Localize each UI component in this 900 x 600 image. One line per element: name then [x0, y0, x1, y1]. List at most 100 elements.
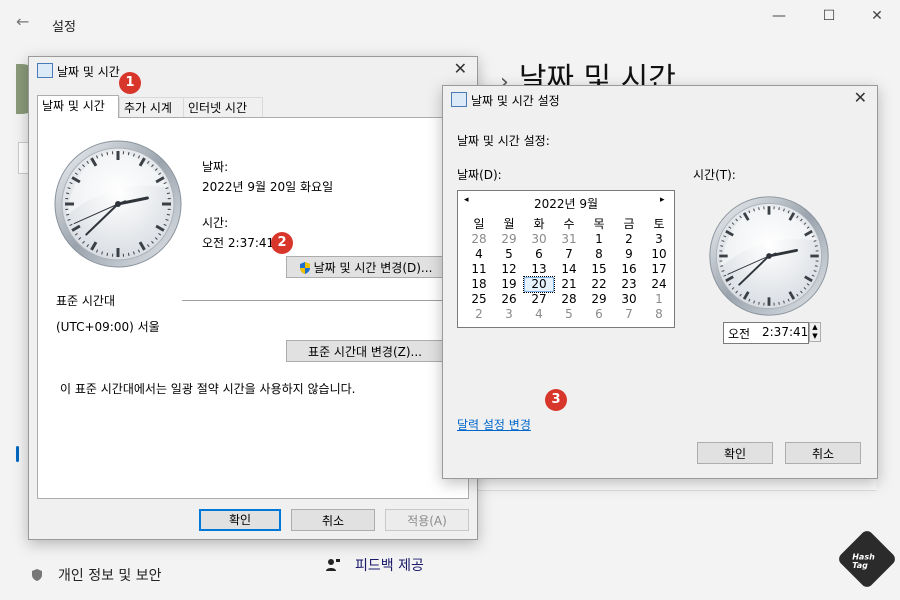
time-ampm[interactable]: 오전 [728, 325, 750, 342]
calendar-day[interactable]: 25 [464, 292, 494, 307]
calendar-day[interactable]: 3 [644, 232, 674, 247]
calendar-weekday: 화 [533, 217, 545, 231]
clock-tick [720, 265, 724, 267]
change-datetime-label: 날짜 및 시간 변경(D)... [313, 261, 433, 275]
time-input[interactable]: 오전 2:37:41 [723, 322, 809, 344]
calendar-month-label[interactable]: 2022년 9월 [458, 195, 674, 212]
clock-center [115, 201, 121, 207]
calendar-day[interactable]: 12 [494, 262, 524, 277]
time-field-value[interactable]: 2:37:41 [762, 325, 808, 339]
calendar-day[interactable]: 26 [494, 292, 524, 307]
calendar-day[interactable]: 28 [464, 232, 494, 247]
calendar-day[interactable]: 18 [464, 277, 494, 292]
next-month-icon[interactable]: ▸ [660, 195, 665, 205]
calendar-day[interactable]: 29 [494, 232, 524, 247]
calendar-day[interactable]: 24 [644, 277, 674, 292]
cancel-button[interactable]: 취소 [291, 509, 375, 531]
analog-clock [709, 196, 829, 316]
tab-additional-clocks[interactable]: 추가 시계 [119, 97, 187, 118]
calendar-weekday: 금 [623, 217, 635, 231]
calendar-day[interactable]: 29 [584, 292, 614, 307]
calendar-settings-link[interactable]: 달력 설정 변경 [457, 416, 531, 433]
calendar-day[interactable]: 6 [524, 247, 554, 262]
sidebar-item-privacy[interactable]: 개인 정보 및 보안 [30, 565, 162, 585]
change-timezone-button[interactable]: 표준 시간대 변경(Z)... [286, 340, 444, 362]
datetime-window-icon [37, 63, 53, 78]
close-icon[interactable]: ✕ [454, 59, 467, 78]
calendar-day[interactable]: 27 [524, 292, 554, 307]
calendar-day[interactable]: 30 [614, 292, 644, 307]
clock-tick [758, 301, 760, 305]
ok-button[interactable]: 확인 [199, 509, 281, 531]
calendar-day[interactable]: 7 [554, 247, 584, 262]
time-spinner[interactable]: ▲ ▼ [809, 322, 821, 342]
minimize-icon[interactable]: — [764, 8, 794, 24]
time-label: 시간(T): [693, 168, 736, 182]
clock-tick [814, 265, 818, 267]
clock-tick [66, 213, 70, 216]
feedback-link[interactable]: 피드백 제공 [325, 555, 424, 575]
calendar-day[interactable]: 19 [494, 277, 524, 292]
clock-tick [758, 207, 760, 211]
calendar-day[interactable]: 2 [464, 307, 494, 322]
step-badge-3: 3 [545, 389, 567, 411]
apply-button[interactable]: 적용(A) [385, 509, 469, 531]
calendar-day[interactable]: 30 [524, 232, 554, 247]
spin-down-icon[interactable]: ▼ [810, 332, 820, 341]
calendar-day[interactable]: 5 [494, 247, 524, 262]
calendar: ◂ 2022년 9월 ▸ 일 월 화 수 목 금 토 28 29 30 31 1 2 3 4 5 6 7 8 9 10 1… [457, 190, 675, 328]
calendar-day-selected[interactable]: 20 [523, 276, 555, 293]
calendar-day[interactable]: 11 [464, 262, 494, 277]
calendar-weekday: 일 [473, 217, 485, 231]
back-arrow-icon[interactable]: ← [16, 12, 29, 31]
calendar-day[interactable]: 2 [614, 232, 644, 247]
tab-internet-time[interactable]: 인터넷 시간 [183, 97, 263, 118]
calendar-weekday: 토 [653, 217, 665, 231]
cancel-button[interactable]: 취소 [785, 442, 861, 464]
calendar-day[interactable]: 1 [644, 292, 674, 307]
calendar-day[interactable]: 9 [614, 247, 644, 262]
calendar-day[interactable]: 21 [554, 277, 584, 292]
calendar-day[interactable]: 7 [614, 307, 644, 322]
clock-tick [166, 213, 170, 216]
close-icon[interactable]: ✕ [862, 8, 892, 24]
close-icon[interactable]: ✕ [854, 88, 867, 107]
calendar-day[interactable]: 6 [584, 307, 614, 322]
sidebar-selection-indicator [16, 446, 19, 462]
datetime-window-icon [451, 92, 467, 107]
maximize-icon[interactable]: ☐ [814, 8, 844, 24]
time-label: 시간: [202, 216, 229, 230]
calendar-day[interactable]: 4 [464, 247, 494, 262]
clock-tick [106, 252, 109, 256]
clock-tick [814, 245, 818, 247]
clock-center [766, 253, 772, 259]
ok-button[interactable]: 확인 [697, 442, 773, 464]
calendar-day[interactable]: 16 [614, 262, 644, 277]
calendar-day[interactable]: 8 [584, 247, 614, 262]
calendar-day[interactable]: 23 [614, 277, 644, 292]
clock-tick [127, 252, 130, 256]
clock-tick [778, 207, 780, 211]
calendar-day[interactable]: 4 [524, 307, 554, 322]
calendar-day[interactable]: 13 [524, 262, 554, 277]
dst-note: 이 표준 시간대에서는 일광 절약 시간을 사용하지 않습니다. [60, 382, 356, 396]
tab-date-time[interactable]: 날짜 및 시간 [37, 95, 119, 118]
calendar-day[interactable]: 15 [584, 262, 614, 277]
calendar-day[interactable]: 31 [554, 232, 584, 247]
calendar-day[interactable]: 10 [644, 247, 674, 262]
calendar-day[interactable]: 3 [494, 307, 524, 322]
time-value: 오전 2:37:41 [202, 236, 275, 250]
settings-heading: 날짜 및 시간 설정: [457, 134, 550, 148]
calendar-day[interactable]: 28 [554, 292, 584, 307]
calendar-day[interactable]: 8 [644, 307, 674, 322]
calendar-day[interactable]: 14 [554, 262, 584, 277]
calendar-day[interactable]: 22 [584, 277, 614, 292]
spin-up-icon[interactable]: ▲ [810, 323, 820, 332]
change-datetime-button[interactable]: 날짜 및 시간 변경(D)... [286, 256, 444, 278]
step-badge-1: 1 [119, 72, 141, 94]
calendar-day[interactable]: 1 [584, 232, 614, 247]
datetime-settings-dialog: 날짜 및 시간 설정 ✕ 날짜 및 시간 설정: 날짜(D): 시간(T): ◂… [442, 85, 878, 479]
calendar-day[interactable]: 17 [644, 262, 674, 277]
clock-tick [166, 192, 170, 195]
calendar-day[interactable]: 5 [554, 307, 584, 322]
